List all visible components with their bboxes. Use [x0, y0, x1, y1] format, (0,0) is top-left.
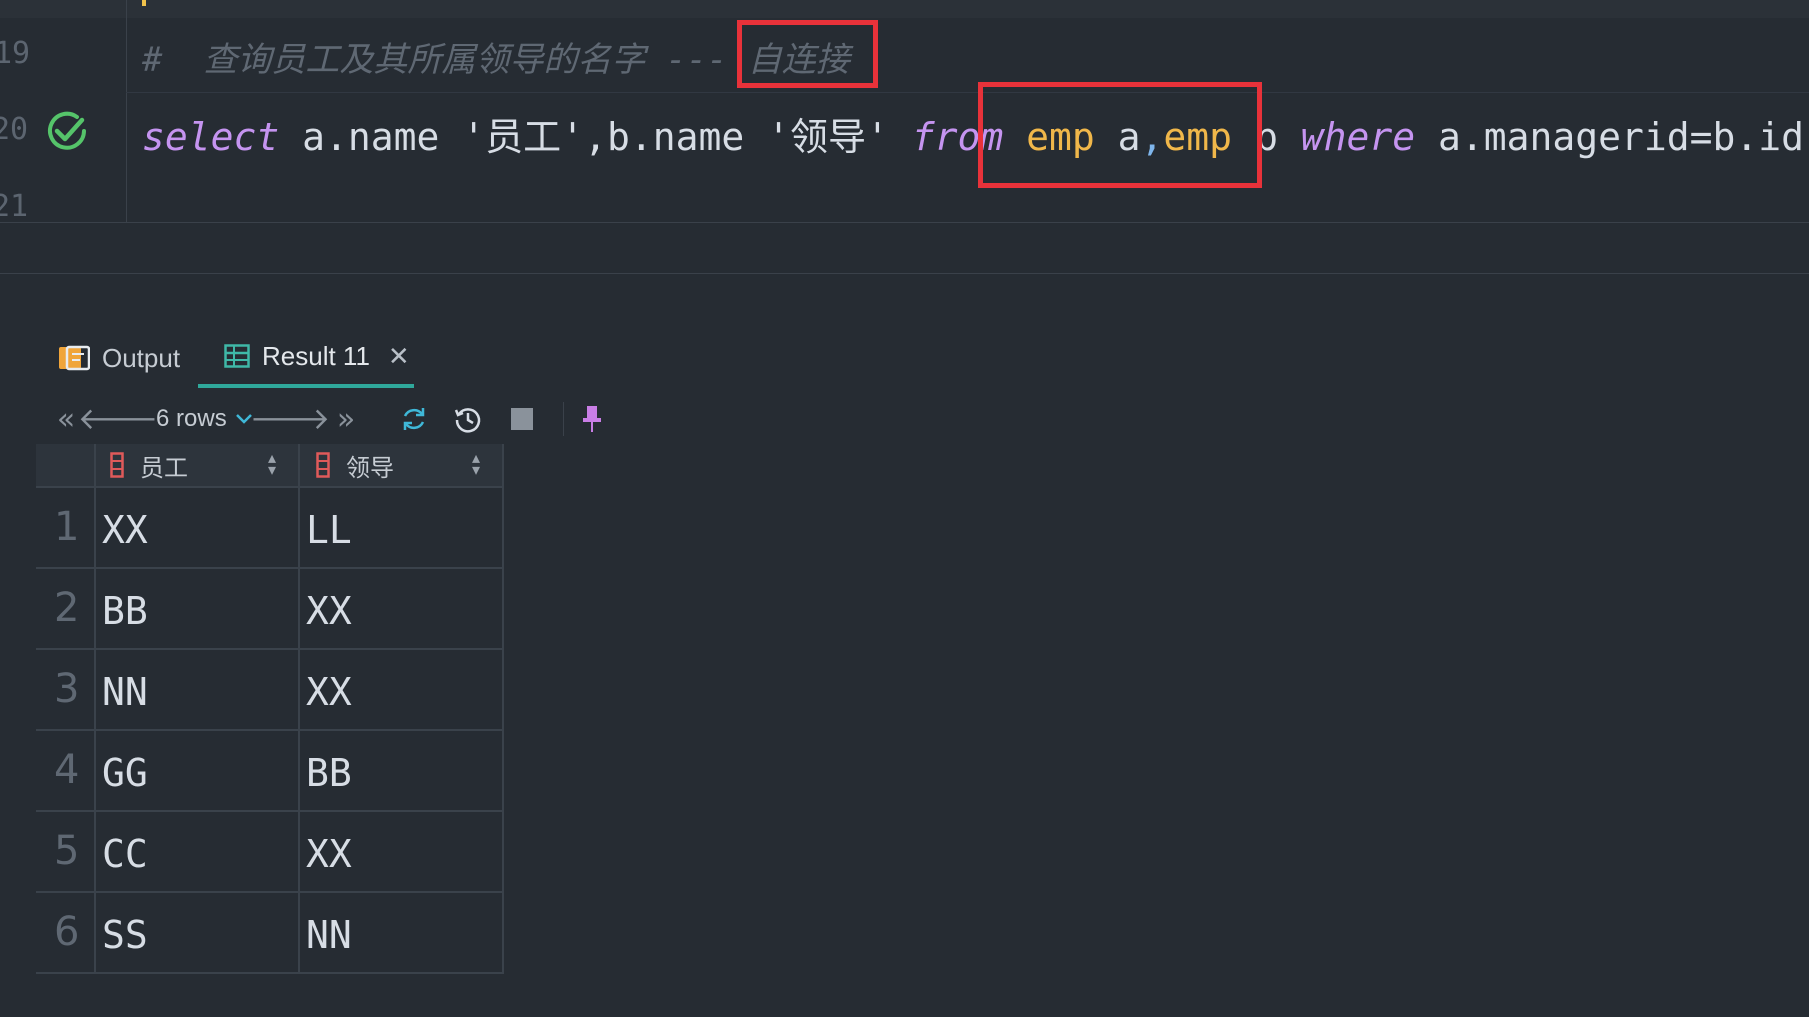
text-caret — [142, 0, 146, 6]
cell-leader[interactable]: XX — [306, 589, 352, 633]
cell-employee[interactable]: CC — [102, 832, 148, 876]
comment-text: # 查询员工及其所属领导的名字 --- — [142, 40, 748, 80]
row-number: 1 — [54, 504, 80, 550]
tab-output-label: Output — [102, 342, 181, 373]
table-row[interactable]: 4 GG BB — [36, 731, 504, 812]
select-columns: a.name '员工',b.name '领导' — [279, 115, 912, 159]
history-icon[interactable] — [450, 394, 486, 444]
cell-employee[interactable]: SS — [102, 913, 148, 957]
highlight-box-self-join — [737, 20, 878, 88]
refresh-icon[interactable] — [396, 394, 432, 444]
row-number: 3 — [54, 666, 80, 712]
column-header-employee[interactable]: 员工 — [110, 444, 188, 486]
column-icon — [316, 452, 330, 478]
cell-leader[interactable]: XX — [306, 832, 352, 876]
cell-employee[interactable]: GG — [102, 751, 148, 795]
tab-result-label: Result 11 — [262, 340, 370, 371]
cell-leader[interactable]: XX — [306, 670, 352, 714]
row-number: 2 — [54, 585, 80, 631]
line-number-20: 20 — [0, 112, 29, 147]
editor-top-strip — [0, 0, 1809, 18]
cell-employee[interactable]: BB — [102, 589, 148, 633]
stop-icon[interactable] — [504, 394, 540, 444]
pin-icon[interactable] — [574, 394, 610, 444]
grid-header: 员工 ▴ ▾ 领导 ▴ ▾ — [36, 444, 504, 488]
grid-column-divider — [94, 444, 96, 974]
keyword-select: select — [142, 115, 280, 159]
results-tab-bar: Output Result 11 ✕ — [0, 328, 1809, 388]
cell-employee[interactable]: NN — [102, 670, 148, 714]
panel-top-border — [0, 273, 1809, 274]
rows-count-label: 6 rows — [156, 405, 227, 432]
editor-gutter: 19 20 21 — [0, 0, 127, 224]
cell-employee[interactable]: XX — [102, 508, 148, 552]
keyword-where: where — [1300, 115, 1416, 159]
cell-leader[interactable]: LL — [306, 508, 352, 552]
results-toolbar: « 🡐 6 rows 🡒 » — [0, 394, 1809, 444]
column-header-leader[interactable]: 领导 — [316, 444, 394, 486]
line-number-21: 21 — [0, 189, 29, 224]
output-console-icon — [59, 345, 90, 371]
row-number: 6 — [54, 909, 80, 955]
table-grid-icon — [224, 344, 250, 368]
sort-icon[interactable]: ▴ ▾ — [268, 450, 276, 478]
column-icon — [110, 452, 124, 478]
sql-statement-line[interactable]: select a.name '员工',b.name '领导' from emp … — [142, 106, 1809, 161]
cell-leader[interactable]: BB — [306, 751, 352, 795]
semicolon: ; — [1804, 115, 1809, 159]
prev-page-icon[interactable]: 🡐 — [78, 394, 158, 444]
line-separator — [126, 92, 1809, 93]
table-row[interactable]: 6 SS NN — [36, 893, 504, 974]
check-circle-icon[interactable] — [44, 108, 90, 154]
close-icon[interactable]: ✕ — [388, 341, 410, 372]
ide-window: 19 20 21 # 查询员工及其所属领导的名字 --- 自连接 select … — [0, 0, 1809, 1017]
column-header-label: 员工 — [140, 453, 188, 482]
table-row[interactable]: 3 NN XX — [36, 650, 504, 731]
column-header-label: 领导 — [346, 453, 394, 482]
rows-count-selector[interactable]: 6 rows — [156, 394, 253, 444]
next-page-icon[interactable]: 🡒 — [250, 394, 330, 444]
row-number: 5 — [54, 828, 80, 874]
table-row[interactable]: 2 BB XX — [36, 569, 504, 650]
table-row[interactable]: 5 CC XX — [36, 812, 504, 893]
tab-result-11[interactable]: Result 11 ✕ — [198, 328, 414, 388]
where-condition: a.managerid=b.id — [1415, 115, 1805, 159]
grid-column-divider — [298, 444, 300, 974]
table-row[interactable]: 1 XX LL — [36, 488, 504, 569]
toolbar-divider — [563, 402, 564, 436]
cell-leader[interactable]: NN — [306, 913, 352, 957]
last-page-icon[interactable]: » — [328, 394, 364, 444]
highlight-box-tables — [978, 82, 1262, 188]
grid-column-divider — [502, 444, 504, 974]
editor-bottom-border — [0, 222, 1809, 223]
row-number: 4 — [54, 747, 80, 793]
tab-output[interactable]: Output — [58, 328, 180, 388]
sort-icon[interactable]: ▴ ▾ — [472, 450, 480, 478]
line-number-19: 19 — [0, 36, 31, 71]
